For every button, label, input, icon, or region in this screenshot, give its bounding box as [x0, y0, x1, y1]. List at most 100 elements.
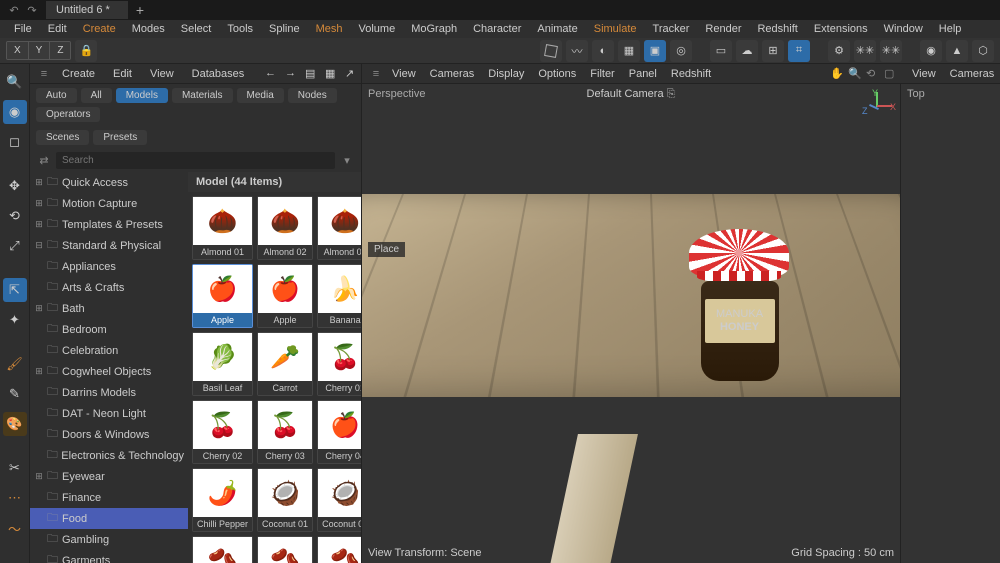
nav-fwd-icon[interactable]: → — [277, 65, 295, 82]
browser-view[interactable]: View — [142, 66, 182, 82]
pen-icon[interactable]: ✎ — [3, 382, 27, 406]
vp-nav-icon[interactable]: ✋ — [824, 65, 840, 82]
chip-models[interactable]: Models — [116, 88, 168, 103]
vp-camera-label[interactable]: Default Camera ⎘ — [587, 88, 676, 101]
scale-tool-icon[interactable]: ⤢ — [3, 234, 27, 258]
move-tool-icon[interactable]: ✥ — [3, 174, 27, 198]
popout-icon[interactable]: ↗ — [337, 65, 355, 82]
brush-icon[interactable]: 🖌 — [3, 352, 27, 376]
tool-spline-icon[interactable]: 〰 — [566, 40, 588, 62]
browser-databases[interactable]: Databases — [184, 66, 253, 82]
tree-item[interactable]: 🗀Doors & Windows — [30, 424, 188, 445]
tree-item[interactable]: ⊞🗀Templates & Presets — [30, 214, 188, 235]
tree-item[interactable]: ⊞🗀Eyewear — [30, 466, 188, 487]
model-thumb[interactable]: 🍎Apple — [257, 264, 313, 328]
search-input[interactable] — [56, 152, 335, 169]
honey-jar-object[interactable]: MANUKA HONEY — [692, 229, 787, 379]
model-thumb[interactable]: 🥥Coconut 01 — [257, 468, 313, 532]
vp-menu-filter[interactable]: Filter — [584, 66, 620, 82]
tree-item[interactable]: 🗀Arts & Crafts — [30, 277, 188, 298]
model-grid[interactable]: 🌰Almond 01🌰Almond 02🌰Almond 03🍎Apple🍎App… — [188, 192, 361, 563]
tree-item[interactable]: 🗀Bedroom — [30, 319, 188, 340]
axis-z[interactable]: Z — [50, 42, 70, 59]
undo-icon[interactable]: ↶ — [6, 2, 22, 18]
browser-create[interactable]: Create — [54, 66, 103, 82]
redshift-icon[interactable]: ◉ — [920, 40, 942, 62]
model-thumb[interactable]: 🌰Almond 02 — [257, 196, 313, 260]
chip-materials[interactable]: Materials — [172, 88, 233, 103]
tree-item[interactable]: ⊞🗀Quick Access — [30, 172, 188, 193]
model-thumb[interactable]: 🌰Almond 01 — [192, 196, 253, 260]
add-tab-button[interactable]: + — [128, 0, 152, 21]
scatter-icon[interactable]: ✦ — [3, 308, 27, 332]
tree-toggle-icon[interactable]: ⇄ — [36, 153, 52, 169]
redo-icon[interactable]: ↷ — [24, 2, 40, 18]
vp-nav-icon[interactable]: 🔍 — [842, 65, 858, 82]
tree-item[interactable]: 🗀Darrins Models — [30, 382, 188, 403]
redshift-rt-icon[interactable]: ▲ — [946, 40, 968, 62]
live-select-icon[interactable]: ◉ — [3, 100, 27, 124]
chip-media[interactable]: Media — [237, 88, 284, 103]
view-grid-icon[interactable]: ▦ — [317, 65, 335, 82]
tool-light-icon[interactable]: ◎ — [670, 40, 692, 62]
tool-camera-icon[interactable]: ▣ — [644, 40, 666, 62]
menu-mograph[interactable]: MoGraph — [403, 21, 465, 37]
model-thumb[interactable]: 🌶️Chilli Pepper — [192, 468, 253, 532]
model-thumb[interactable]: 🍒Cherry 03 — [257, 400, 313, 464]
menu-volume[interactable]: Volume — [351, 21, 404, 37]
chip-all[interactable]: All — [81, 88, 112, 103]
browser-menu-icon[interactable]: ≡ — [36, 66, 52, 82]
menu-animate[interactable]: Animate — [529, 21, 585, 37]
tool-grid-icon[interactable]: ⊞ — [762, 40, 784, 62]
snap-toggle-icon[interactable]: ⌗ — [788, 40, 810, 62]
menu-tools[interactable]: Tools — [219, 21, 261, 37]
vp-nav-icon[interactable]: ▢ — [878, 65, 894, 82]
menu-help[interactable]: Help — [931, 21, 970, 37]
tool-sky-icon[interactable]: ☁ — [736, 40, 758, 62]
search-icon[interactable]: 🔍 — [3, 70, 27, 94]
menu-extensions[interactable]: Extensions — [806, 21, 876, 37]
nav-back-icon[interactable]: ← — [257, 65, 275, 82]
menu-redshift[interactable]: Redshift — [749, 21, 805, 37]
model-thumb[interactable]: 🥥Coconut 02 — [317, 468, 361, 532]
tool-constraint-icon[interactable]: ✳✳ — [854, 40, 876, 62]
chip-operators[interactable]: Operators — [36, 107, 100, 122]
tree-item[interactable]: 🗀DAT - Neon Light — [30, 403, 188, 424]
model-thumb[interactable]: 🫘 — [192, 536, 253, 563]
menu-tracker[interactable]: Tracker — [645, 21, 698, 37]
chip-nodes[interactable]: Nodes — [288, 88, 337, 103]
points-icon[interactable]: ⋯ — [3, 486, 27, 510]
model-thumb[interactable]: 🫘 — [257, 536, 313, 563]
tree-item[interactable]: 🗀Celebration — [30, 340, 188, 361]
tree-item[interactable]: ⊞🗀Bath — [30, 298, 188, 319]
tool-boole-icon[interactable]: ◐ — [592, 40, 614, 62]
axis-gizmo[interactable]: YXZ — [862, 92, 892, 122]
model-thumb[interactable]: 🍎Apple — [192, 264, 253, 328]
model-thumb[interactable]: 🥬Basil Leaf — [192, 332, 253, 396]
vp-side-menu-cameras[interactable]: Cameras — [944, 66, 1000, 82]
path-icon[interactable]: 〜 — [3, 516, 27, 540]
tool-deformer-icon[interactable]: ▦ — [618, 40, 640, 62]
vp-menu-icon[interactable]: ≡ — [368, 66, 384, 82]
document-tab[interactable]: Untitled 6 * — [46, 1, 128, 19]
menu-edit[interactable]: Edit — [40, 21, 75, 37]
menu-file[interactable]: File — [6, 21, 40, 37]
menu-mesh[interactable]: Mesh — [308, 21, 351, 37]
tool-extra-icon[interactable]: ✳✳ — [880, 40, 902, 62]
model-thumb[interactable]: 🍌Banana — [317, 264, 361, 328]
tree-item[interactable]: 🗀Garments — [30, 550, 188, 563]
tree-item[interactable]: 🗀Food — [30, 508, 188, 529]
vp-menu-options[interactable]: Options — [532, 66, 582, 82]
rotate-tool-icon[interactable]: ⟲ — [3, 204, 27, 228]
model-thumb[interactable]: 🥕Carrot — [257, 332, 313, 396]
axis-y[interactable]: Y — [29, 42, 51, 59]
model-thumb[interactable]: 🍒Cherry 01 — [317, 332, 361, 396]
model-thumb[interactable]: 🍒Cherry 02 — [192, 400, 253, 464]
search-clear-icon[interactable]: ▾ — [339, 153, 355, 169]
menu-modes[interactable]: Modes — [124, 21, 173, 37]
vp-nav-icon[interactable]: ⟲ — [860, 65, 876, 82]
tree-item[interactable]: 🗀Appliances — [30, 256, 188, 277]
menu-create[interactable]: Create — [75, 21, 124, 37]
chip-scenes[interactable]: Scenes — [36, 130, 89, 145]
tool-gear-icon[interactable]: ⚙ — [828, 40, 850, 62]
